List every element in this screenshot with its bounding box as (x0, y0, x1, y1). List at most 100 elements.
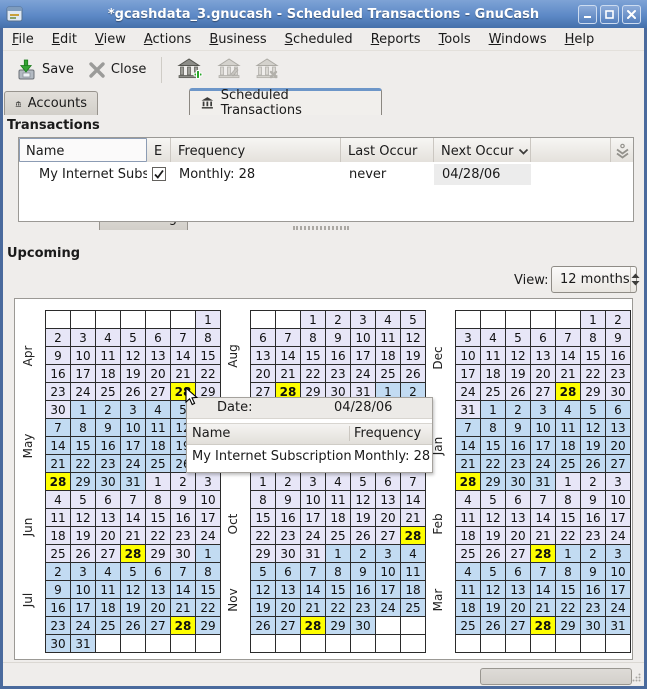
calendar-day[interactable]: 20 (606, 437, 631, 455)
calendar-day[interactable]: 30 (46, 635, 71, 653)
calendar-day[interactable]: 3 (376, 545, 401, 563)
calendar-day[interactable]: 3 (71, 563, 96, 581)
calendar-day[interactable]: 5 (481, 491, 506, 509)
calendar-day[interactable]: 8 (196, 329, 221, 347)
calendar-day[interactable]: 21 (401, 509, 426, 527)
calendar-day[interactable]: 17 (301, 509, 326, 527)
calendar-day[interactable]: 16 (581, 509, 606, 527)
calendar-day[interactable]: 28 (171, 617, 196, 635)
new-scheduled-transaction-button[interactable] (170, 54, 210, 86)
calendar-day[interactable]: 25 (146, 455, 171, 473)
calendar-day[interactable]: 27 (146, 383, 171, 401)
calendar-day[interactable]: 8 (481, 419, 506, 437)
calendar-day[interactable]: 21 (121, 527, 146, 545)
calendar-day[interactable]: 18 (146, 437, 171, 455)
calendar-day[interactable]: 28 (401, 527, 426, 545)
calendar-day[interactable]: 22 (196, 365, 221, 383)
calendar-day[interactable]: 27 (96, 545, 121, 563)
calendar-day[interactable]: 19 (121, 599, 146, 617)
calendar-day[interactable]: 5 (71, 491, 96, 509)
calendar-day[interactable]: 25 (96, 617, 121, 635)
calendar-day[interactable]: 10 (606, 491, 631, 509)
calendar-day[interactable]: 23 (276, 527, 301, 545)
calendar-day[interactable]: 30 (506, 473, 531, 491)
calendar-day[interactable]: 1 (71, 401, 96, 419)
calendar-day[interactable]: 22 (556, 599, 581, 617)
calendar-day[interactable]: 27 (376, 527, 401, 545)
calendar-day[interactable]: 3 (71, 329, 96, 347)
calendar-day[interactable]: 29 (556, 617, 581, 635)
calendar-day[interactable]: 5 (121, 329, 146, 347)
calendar-day[interactable]: 5 (401, 311, 426, 329)
calendar-day[interactable]: 26 (506, 383, 531, 401)
calendar-day[interactable]: 5 (506, 329, 531, 347)
calendar-day[interactable]: 30 (581, 617, 606, 635)
calendar-day[interactable]: 27 (506, 545, 531, 563)
calendar-day[interactable]: 2 (326, 311, 351, 329)
calendar-day[interactable]: 6 (146, 329, 171, 347)
calendar-day[interactable]: 6 (606, 401, 631, 419)
calendar-day[interactable]: 25 (376, 365, 401, 383)
calendar-day[interactable]: 21 (301, 599, 326, 617)
menu-windows[interactable]: Windows (480, 30, 556, 49)
calendar-day[interactable]: 17 (606, 509, 631, 527)
calendar-day[interactable]: 16 (276, 509, 301, 527)
calendar-day[interactable]: 15 (251, 509, 276, 527)
view-select[interactable]: 12 months (551, 266, 637, 293)
calendar-day[interactable]: 7 (531, 563, 556, 581)
calendar-day[interactable]: 13 (506, 581, 531, 599)
calendar-day[interactable]: 15 (146, 509, 171, 527)
calendar-day[interactable]: 24 (301, 527, 326, 545)
calendar-day[interactable]: 22 (481, 455, 506, 473)
calendar-day[interactable]: 7 (276, 329, 301, 347)
calendar-day[interactable]: 1 (556, 545, 581, 563)
tab-accounts[interactable]: Accounts (4, 91, 98, 115)
enabled-checkbox[interactable] (152, 167, 166, 181)
calendar-day[interactable]: 27 (146, 617, 171, 635)
calendar-day[interactable]: 9 (46, 347, 71, 365)
calendar-day[interactable]: 26 (581, 455, 606, 473)
calendar-day[interactable]: 27 (276, 617, 301, 635)
calendar-day[interactable]: 12 (401, 329, 426, 347)
calendar-day[interactable]: 25 (326, 527, 351, 545)
calendar-day[interactable]: 23 (351, 599, 376, 617)
calendar-day[interactable]: 13 (251, 347, 276, 365)
calendar-day[interactable]: 22 (556, 527, 581, 545)
calendar-day[interactable]: 4 (556, 401, 581, 419)
calendar-day[interactable]: 18 (96, 599, 121, 617)
calendar-day[interactable]: 15 (556, 509, 581, 527)
calendar-day[interactable]: 28 (301, 617, 326, 635)
calendar-day[interactable]: 20 (531, 365, 556, 383)
calendar-day[interactable]: 6 (506, 491, 531, 509)
column-header-enabled[interactable]: E (147, 138, 171, 162)
calendar-day[interactable]: 16 (506, 437, 531, 455)
calendar-day[interactable]: 6 (146, 563, 171, 581)
calendar-day[interactable]: 3 (196, 473, 221, 491)
calendar-day[interactable]: 26 (351, 527, 376, 545)
calendar-day[interactable]: 7 (301, 563, 326, 581)
calendar-day[interactable]: 7 (401, 473, 426, 491)
calendar-day[interactable]: 11 (556, 419, 581, 437)
calendar-day[interactable]: 7 (456, 419, 481, 437)
calendar-day[interactable]: 25 (456, 617, 481, 635)
calendar-day[interactable]: 17 (196, 509, 221, 527)
calendar-day[interactable]: 23 (581, 599, 606, 617)
calendar-day[interactable]: 23 (96, 455, 121, 473)
calendar-day[interactable]: 14 (46, 437, 71, 455)
calendar-day[interactable]: 29 (196, 617, 221, 635)
calendar-day[interactable]: 10 (531, 419, 556, 437)
calendar-day[interactable]: 27 (531, 383, 556, 401)
calendar-day[interactable]: 24 (606, 527, 631, 545)
calendar-day[interactable]: 13 (531, 347, 556, 365)
calendar-day[interactable]: 9 (276, 491, 301, 509)
calendar-day[interactable]: 14 (301, 581, 326, 599)
calendar-day[interactable]: 5 (251, 563, 276, 581)
calendar-day[interactable]: 27 (606, 455, 631, 473)
calendar-day[interactable]: 10 (301, 491, 326, 509)
calendar-day[interactable]: 6 (276, 563, 301, 581)
calendar-day[interactable]: 21 (531, 527, 556, 545)
calendar-day[interactable]: 9 (581, 491, 606, 509)
column-header-last-occur[interactable]: Last Occur (341, 138, 434, 162)
calendar-day[interactable]: 2 (46, 563, 71, 581)
menu-view[interactable]: View (86, 30, 135, 49)
